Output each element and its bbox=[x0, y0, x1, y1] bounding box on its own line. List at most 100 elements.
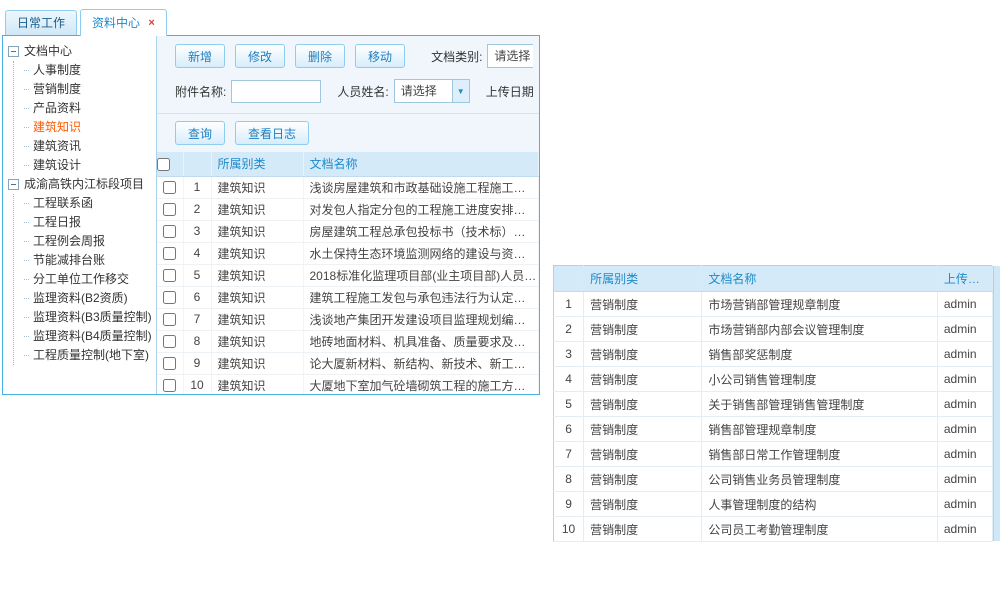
table-row[interactable]: 7 建筑知识 浅谈地产集团开发建设项目监理规划编… bbox=[157, 308, 539, 330]
tree-children: 工程联系函 工程日报 工程例会周报 节能减排台账 分工单位工作移交 监理资料(B… bbox=[13, 194, 153, 365]
checkbox-cell bbox=[157, 330, 183, 352]
select-all-checkbox[interactable] bbox=[157, 158, 170, 171]
tree-root-project[interactable]: 成渝高铁内江标段项目 bbox=[8, 175, 153, 194]
doc-name-cell: 浅谈房屋建筑和市政基础设施工程施工… bbox=[303, 176, 539, 198]
table-row[interactable]: 6 营销制度 销售部管理规章制度 admin bbox=[554, 417, 993, 442]
tree-root-label: 文档中心 bbox=[24, 42, 72, 61]
tab-data-center[interactable]: 资料中心 × bbox=[80, 9, 167, 36]
tree-item[interactable]: 监理资料(B4质量控制) bbox=[23, 327, 153, 346]
table-row[interactable]: 5 营销制度 关于销售部管理销售管理制度 admin bbox=[554, 392, 993, 417]
name-column-header[interactable]: 文档名称 bbox=[303, 152, 539, 176]
tree-item[interactable]: 工程联系函 bbox=[23, 194, 153, 213]
row-checkbox[interactable] bbox=[163, 269, 176, 282]
table-row[interactable]: 10 建筑知识 大厦地下室加气砼墙砌筑工程的施工方… bbox=[157, 374, 539, 394]
add-button[interactable]: 新增 bbox=[175, 44, 225, 68]
tree-item[interactable]: 监理资料(B2资质) bbox=[23, 289, 153, 308]
document-table: 所属别类 文档名称 1 建筑知识 浅谈房屋建筑和市政基础设施工程施工… 2 建筑 bbox=[157, 152, 539, 394]
row-checkbox[interactable] bbox=[163, 291, 176, 304]
table-row[interactable]: 1 营销制度 市场营销部管理规章制度 admin bbox=[554, 292, 993, 317]
tree-item[interactable]: 产品资料 bbox=[23, 99, 153, 118]
view-log-button[interactable]: 查看日志 bbox=[235, 121, 309, 145]
doc-name-cell: 对发包人指定分包的工程施工进度安排… bbox=[303, 198, 539, 220]
table-row[interactable]: 5 建筑知识 2018标准化监理项目部(业主项目部)人员… bbox=[157, 264, 539, 286]
table-row[interactable]: 3 建筑知识 房屋建筑工程总承包投标书（技术标）… bbox=[157, 220, 539, 242]
uploader-column-header[interactable]: 上传… bbox=[937, 266, 992, 292]
tree-root-document-center[interactable]: 文档中心 bbox=[8, 42, 153, 61]
table-row[interactable]: 7 营销制度 销售部日常工作管理制度 admin bbox=[554, 442, 993, 467]
uploader-cell: admin bbox=[937, 392, 992, 417]
table-row[interactable]: 9 建筑知识 论大厦新材料、新结构、新技术、新工… bbox=[157, 352, 539, 374]
collapse-icon[interactable] bbox=[8, 179, 19, 190]
table2-scrollbar[interactable] bbox=[993, 266, 1000, 541]
doc-name-cell: 浅谈地产集团开发建设项目监理规划编… bbox=[303, 308, 539, 330]
row-checkbox[interactable] bbox=[163, 379, 176, 392]
row-number-cell: 4 bbox=[183, 242, 211, 264]
tree-item[interactable]: 工程日报 bbox=[23, 213, 153, 232]
row-number-column-header bbox=[554, 266, 584, 292]
doc-category-select[interactable]: 请选择 ▼ bbox=[487, 44, 533, 68]
select-value: 请选择 bbox=[395, 80, 452, 102]
tree-item-selected[interactable]: 建筑知识 bbox=[23, 118, 153, 137]
close-tab-icon[interactable]: × bbox=[148, 17, 154, 29]
table-row[interactable]: 1 建筑知识 浅谈房屋建筑和市政基础设施工程施工… bbox=[157, 176, 539, 198]
row-number-cell: 5 bbox=[183, 264, 211, 286]
tree-item[interactable]: 分工单位工作移交 bbox=[23, 270, 153, 289]
checkbox-cell bbox=[157, 242, 183, 264]
name-column-header[interactable]: 文档名称 bbox=[702, 266, 938, 292]
table-row[interactable]: 4 营销制度 小公司销售管理制度 admin bbox=[554, 367, 993, 392]
tree-item[interactable]: 建筑资讯 bbox=[23, 137, 153, 156]
doc-name-cell: 公司销售业务员管理制度 bbox=[702, 467, 938, 492]
table-header-row: 所属别类 文档名称 bbox=[157, 152, 539, 176]
tree-item[interactable]: 营销制度 bbox=[23, 80, 153, 99]
row-checkbox[interactable] bbox=[163, 203, 176, 216]
row-number-column-header bbox=[183, 152, 211, 176]
row-checkbox[interactable] bbox=[163, 247, 176, 260]
checkbox-cell bbox=[157, 374, 183, 394]
table-row[interactable]: 2 营销制度 市场营销部内部会议管理制度 admin bbox=[554, 317, 993, 342]
row-checkbox[interactable] bbox=[163, 357, 176, 370]
row-number-cell: 8 bbox=[183, 330, 211, 352]
doc-name-cell: 市场营销部管理规章制度 bbox=[702, 292, 938, 317]
category-column-header[interactable]: 所属别类 bbox=[584, 266, 702, 292]
tree-item[interactable]: 人事制度 bbox=[23, 61, 153, 80]
table-row[interactable]: 6 建筑知识 建筑工程施工发包与承包违法行为认定… bbox=[157, 286, 539, 308]
doc-name-cell: 论大厦新材料、新结构、新技术、新工… bbox=[303, 352, 539, 374]
table-header-row: 所属别类 文档名称 上传… bbox=[554, 266, 993, 292]
tree-item[interactable]: 建筑设计 bbox=[23, 156, 153, 175]
table-row[interactable]: 8 营销制度 公司销售业务员管理制度 admin bbox=[554, 467, 993, 492]
tab-bar: 日常工作 资料中心 × bbox=[2, 8, 540, 35]
tree-item[interactable]: 工程例会周报 bbox=[23, 232, 153, 251]
query-button[interactable]: 查询 bbox=[175, 121, 225, 145]
uploader-cell: admin bbox=[937, 467, 992, 492]
row-checkbox[interactable] bbox=[163, 335, 176, 348]
tree-item[interactable]: 工程质量控制(地下室) bbox=[23, 346, 153, 365]
category-column-header[interactable]: 所属别类 bbox=[211, 152, 303, 176]
table-row[interactable]: 4 建筑知识 水土保持生态环境监测网络的建设与资… bbox=[157, 242, 539, 264]
attachment-name-label: 附件名称: bbox=[175, 83, 226, 100]
person-name-select[interactable]: 请选择 ▼ bbox=[394, 79, 470, 103]
delete-button[interactable]: 删除 bbox=[295, 44, 345, 68]
table-row[interactable]: 2 建筑知识 对发包人指定分包的工程施工进度安排… bbox=[157, 198, 539, 220]
category-cell: 建筑知识 bbox=[211, 264, 303, 286]
uploader-cell: admin bbox=[937, 342, 992, 367]
uploader-cell: admin bbox=[937, 367, 992, 392]
row-number-cell: 5 bbox=[554, 392, 584, 417]
table-row[interactable]: 10 营销制度 公司员工考勤管理制度 admin bbox=[554, 517, 993, 542]
row-checkbox[interactable] bbox=[163, 181, 176, 194]
modify-button[interactable]: 修改 bbox=[235, 44, 285, 68]
category-cell: 建筑知识 bbox=[211, 352, 303, 374]
collapse-icon[interactable] bbox=[8, 46, 19, 57]
category-cell: 营销制度 bbox=[584, 517, 702, 542]
tree-item[interactable]: 节能减排台账 bbox=[23, 251, 153, 270]
tree-item[interactable]: 监理资料(B3质量控制) bbox=[23, 308, 153, 327]
upload-date-label: 上传日期 bbox=[486, 83, 533, 100]
attachment-name-input[interactable] bbox=[231, 80, 321, 103]
table-row[interactable]: 8 建筑知识 地砖地面材料、机具准备、质量要求及… bbox=[157, 330, 539, 352]
tab-daily-work[interactable]: 日常工作 bbox=[5, 10, 77, 35]
table-row[interactable]: 3 营销制度 销售部奖惩制度 admin bbox=[554, 342, 993, 367]
row-checkbox[interactable] bbox=[163, 225, 176, 238]
checkbox-cell bbox=[157, 286, 183, 308]
move-button[interactable]: 移动 bbox=[355, 44, 405, 68]
row-checkbox[interactable] bbox=[163, 313, 176, 326]
table-row[interactable]: 9 营销制度 人事管理制度的结构 admin bbox=[554, 492, 993, 517]
